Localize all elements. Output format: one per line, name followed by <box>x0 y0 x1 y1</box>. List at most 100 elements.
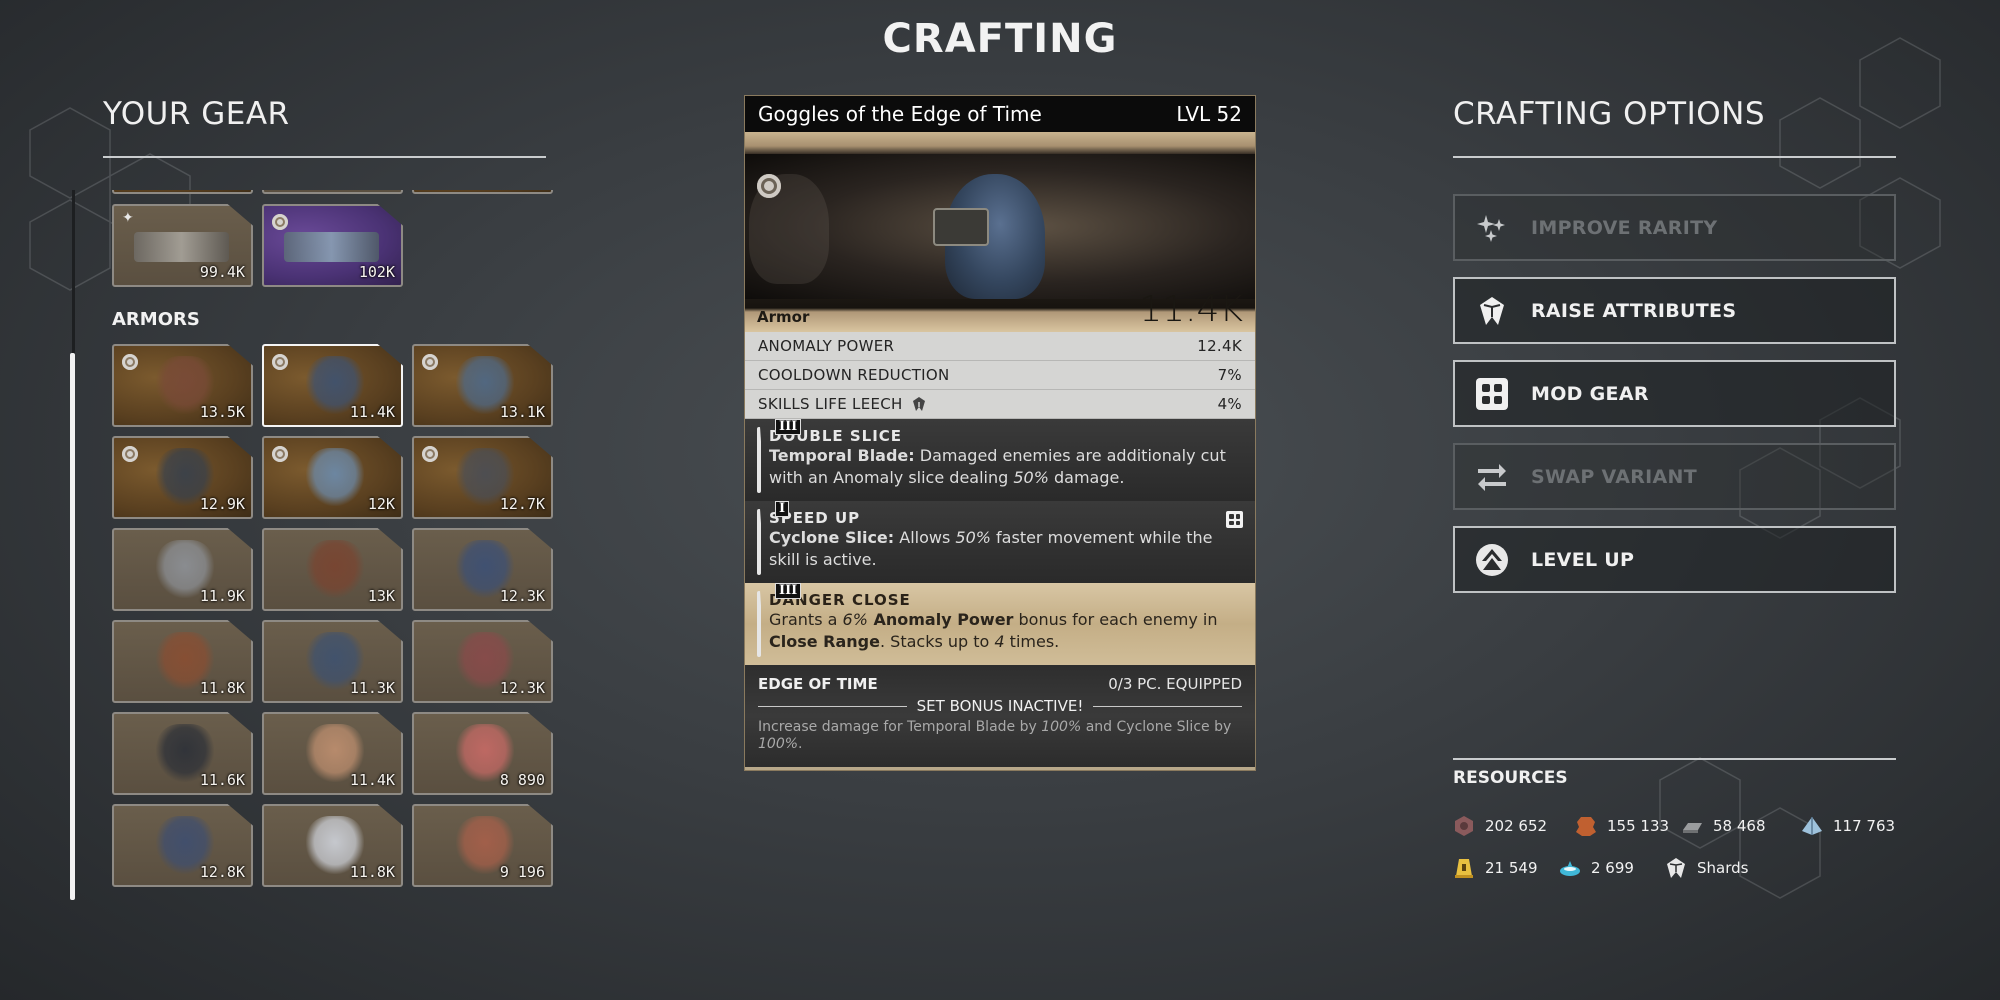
item-hero-footer: Armor 11.4K <box>745 290 1255 332</box>
set-bonus-status: SET BONUS INACTIVE! <box>916 697 1084 715</box>
stat-row: ANOMALY POWER 12.4K <box>745 332 1255 361</box>
set-item-icon <box>422 446 438 462</box>
gear-tile-cloak[interactable]: 13K <box>262 528 403 611</box>
set-item-icon <box>272 214 288 230</box>
perk-desc-fragment: Close Range <box>769 632 880 651</box>
gear-tile-item[interactable]: 13.1K <box>112 190 253 194</box>
gear-tile-red-glove[interactable]: 8 890 <box>412 712 553 795</box>
item-hero: Armor 11.4K <box>745 132 1255 332</box>
gear-tile-pants[interactable]: 11.3K <box>262 620 403 703</box>
gear-tile-shotgun[interactable]: 102K <box>262 204 403 287</box>
gear-scrollbar-thumb[interactable] <box>70 353 75 900</box>
gear-list[interactable]: 13.1K 9 279 13.3K ✦99.4K 102K ARMORS 13.5K 1… <box>110 190 570 900</box>
stat-value: 12.4K <box>1197 337 1242 355</box>
stat-label: COOLDOWN REDUCTION <box>758 366 950 384</box>
gear-power: 11.4K <box>349 771 395 789</box>
resource-value: 58 468 <box>1713 817 1766 835</box>
gear-tile-leather-chest[interactable]: 11.8K <box>112 620 253 703</box>
gear-power: 8 890 <box>499 771 545 789</box>
perk-icon <box>757 509 761 575</box>
item-name: Goggles of the Edge of Time <box>758 102 1042 126</box>
gear-power: 102K <box>358 263 395 281</box>
resource-scrap-nut: 202 652 <box>1453 815 1575 837</box>
gear-tile-blue-red-chest[interactable]: 12.3K <box>412 528 553 611</box>
gear-row-partial: 13.1K 9 279 13.3K <box>110 190 570 194</box>
mod-grid-icon <box>1475 377 1509 411</box>
shard-icon <box>1475 294 1509 328</box>
perk-name: SPEED UP <box>769 509 861 527</box>
blue-armor-image <box>306 448 364 506</box>
resource-value: Shards <box>1697 859 1749 877</box>
item-header: Goggles of the Edge of Time LVL 52 <box>745 96 1255 132</box>
resources-title: RESOURCES <box>1453 768 1568 788</box>
mod-gear-button[interactable]: MOD GEAR <box>1453 360 1896 427</box>
perk-description: Cyclone Slice: Allows 50% faster movemen… <box>769 527 1243 571</box>
gear-power: 12.8K <box>199 863 245 881</box>
resource-resin-bowl: 2 699 <box>1559 857 1665 879</box>
gear-tile-item[interactable]: 13.3K <box>412 190 553 194</box>
item-detail-card: Goggles of the Edge of Time LVL 52 Armor… <box>745 96 1255 770</box>
gear-tile-blue-glove[interactable]: 12.8K <box>112 804 253 887</box>
gear-tile-red-boots[interactable]: 9 196 <box>412 804 553 887</box>
gear-tile-glove[interactable]: 12.7K <box>412 436 553 519</box>
gear-tile-skirt-pants[interactable]: 12.3K <box>412 620 553 703</box>
crafting-options-title: CRAFTING OPTIONS <box>1453 96 1766 132</box>
gear-tile-assault-rifle[interactable]: ✦ 99.4K <box>112 204 253 287</box>
set-desc-text: Increase damage for Temporal Blade by <box>758 719 1042 735</box>
gear-power: 13.1K <box>499 403 545 421</box>
resource-anomalous-bell: 21 549 <box>1453 857 1559 879</box>
stat-row: COOLDOWN REDUCTION 7% <box>745 361 1255 390</box>
stat-row: SKILLS LIFE LEECH 4% <box>745 390 1255 419</box>
scrap-nut-icon <box>1453 815 1475 837</box>
perk-icon <box>757 427 761 493</box>
gear-tile-fingerless-glove[interactable]: 11.4K <box>262 712 403 795</box>
perk-desc-fragment: 50% <box>1013 468 1049 487</box>
perk-double-slice: III DOUBLE SLICE Temporal Blade: Damaged e… <box>745 419 1255 501</box>
gear-tile-fur-chest[interactable]: 13.1K <box>412 344 553 427</box>
gear-power: 11.9K <box>199 587 245 605</box>
sparkle-icon <box>1475 211 1509 245</box>
gear-tile-skull-helmet[interactable]: 11.9K <box>112 528 253 611</box>
resources-row: 21 549 2 699 Shards <box>1453 857 1785 879</box>
gear-power: 12.3K <box>499 587 545 605</box>
gear-power: 12.3K <box>499 679 545 697</box>
resources-row: 202 652 155 133 58 468 117 763 <box>1453 815 1921 837</box>
option-label: SWAP VARIANT <box>1531 465 1698 488</box>
option-label: RAISE ATTRIBUTES <box>1531 299 1737 322</box>
gear-power: 9 196 <box>499 863 545 881</box>
perk-desc-fragment: Allows <box>894 528 956 547</box>
item-stats: ANOMALY POWER 12.4K COOLDOWN REDUCTION 7% SK… <box>745 332 1255 419</box>
set-item-icon <box>422 354 438 370</box>
section-divider <box>103 156 546 158</box>
swap-variant-button: SWAP VARIANT <box>1453 443 1896 510</box>
perk-tier-badge: I <box>775 501 790 517</box>
gear-tile-vest[interactable]: 11.6K <box>112 712 253 795</box>
anomalous-bell-icon <box>1453 857 1475 879</box>
perk-danger-close: III DANGER CLOSE Grants a 6% Anomaly Power… <box>745 583 1255 665</box>
gear-tile-coat[interactable]: 12.9K <box>112 436 253 519</box>
gear-power: 11.8K <box>349 863 395 881</box>
section-divider <box>1453 156 1896 158</box>
gear-power: 12K <box>367 495 395 513</box>
perk-icon <box>757 591 761 657</box>
raise-attributes-button[interactable]: RAISE ATTRIBUTES <box>1453 277 1896 344</box>
armors-category-label: ARMORS <box>112 309 200 330</box>
perk-desc-fragment: 6% <box>842 610 868 629</box>
leather-icon <box>1575 815 1597 837</box>
perk-name: DANGER CLOSE <box>769 591 911 609</box>
gear-tile-hat[interactable]: 13.5K <box>112 344 253 427</box>
mod-slot-icon[interactable] <box>1226 511 1243 528</box>
gear-tile-goggles-hood[interactable]: 11.4K <box>262 344 403 427</box>
set-desc-value: 100% <box>758 736 799 752</box>
gear-tile-item[interactable]: 9 279 <box>262 190 403 194</box>
stat-value: 4% <box>1217 395 1242 413</box>
gear-tile-blue-armor[interactable]: 12K <box>262 436 403 519</box>
gear-power: 12.9K <box>199 495 245 513</box>
level-up-button[interactable]: LEVEL UP <box>1453 526 1896 593</box>
perk-name: DOUBLE SLICE <box>769 427 903 445</box>
resource-value: 2 699 <box>1591 859 1634 877</box>
gear-power: 99.4K <box>199 263 245 281</box>
stat-name: SKILLS LIFE LEECH <box>758 395 927 413</box>
gear-power: 11.4K <box>349 403 395 421</box>
gear-tile-white-boots[interactable]: 11.8K <box>262 804 403 887</box>
